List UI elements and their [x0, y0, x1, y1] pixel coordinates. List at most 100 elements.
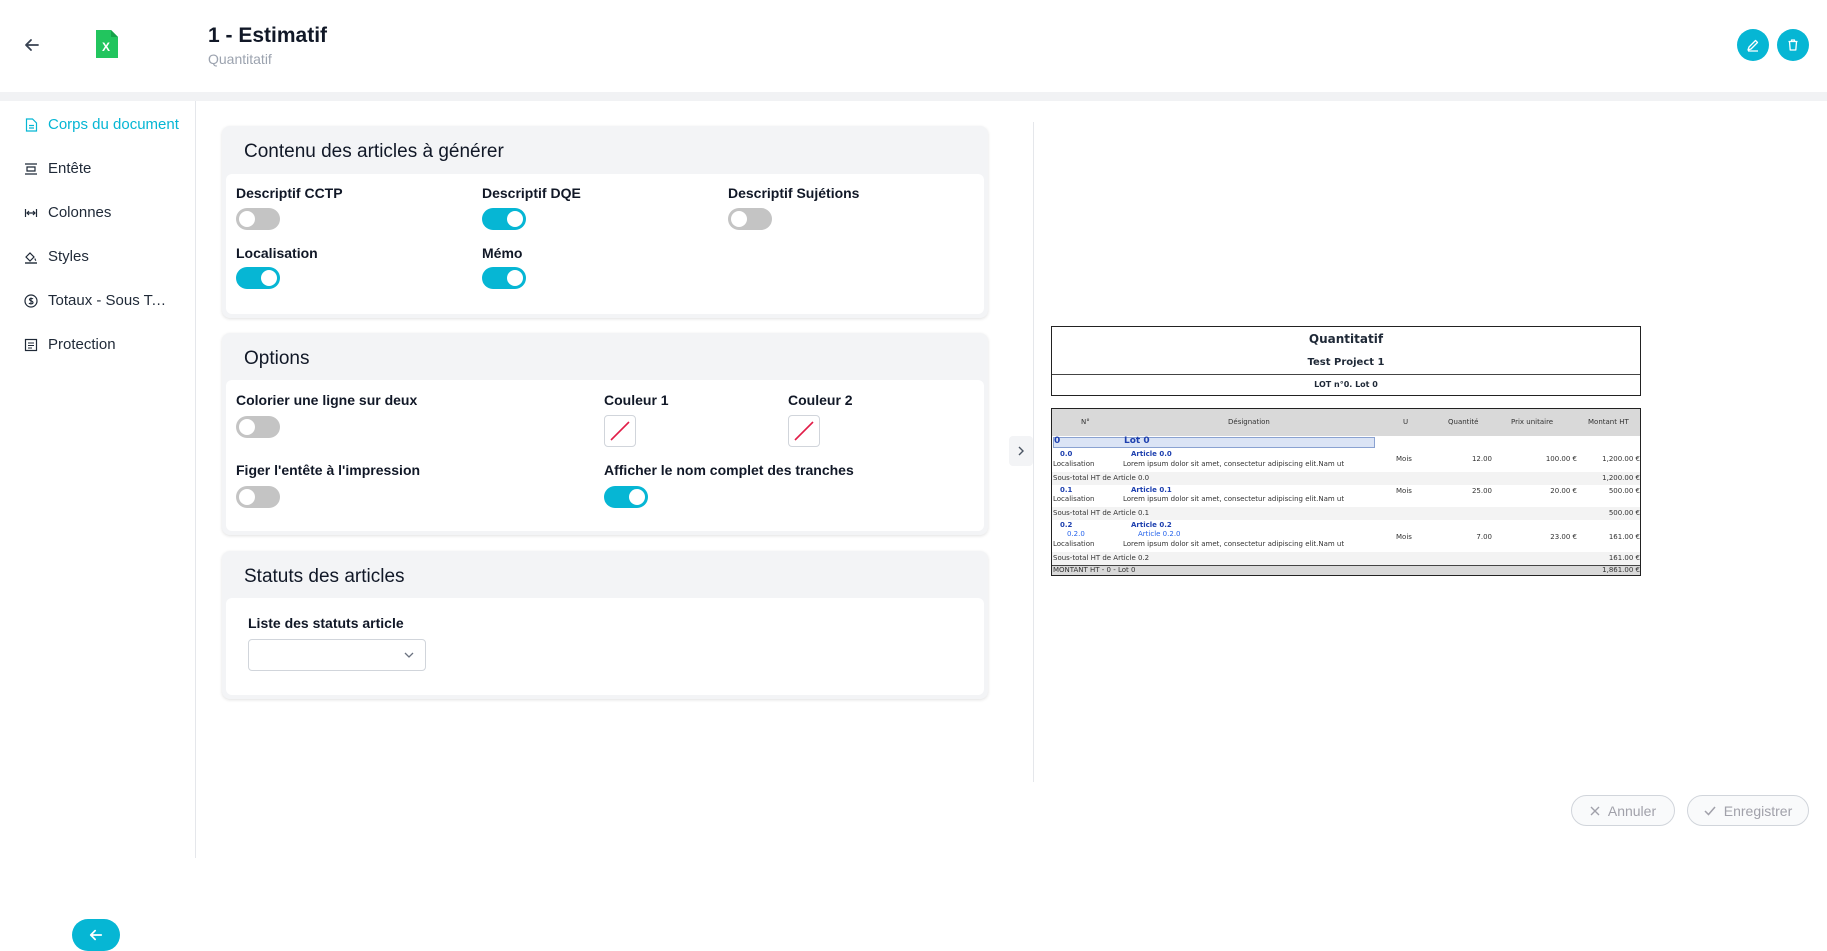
sidebar-item-protection[interactable]: Protection — [24, 336, 184, 353]
article-no: 0.1 — [1060, 486, 1073, 494]
col-header-amount: Montant HT — [1588, 418, 1629, 426]
top-bar-divider — [0, 92, 1827, 101]
article-price: 20.00 € — [1550, 487, 1577, 495]
memo-label: Mémo — [482, 245, 523, 261]
lot-name: Lot 0 — [1124, 436, 1150, 446]
article-price: 100.00 € — [1545, 455, 1577, 463]
alternate-rows-label: Colorier une ligne sur deux — [236, 392, 418, 408]
excel-file-letter: X — [102, 40, 111, 54]
table-row: 0.2 Article 0.2 0.2.0 Article 0.2.0 Loca… — [1052, 520, 1640, 552]
contenu-body: Descriptif CCTP Descriptif DQE Descripti… — [226, 174, 984, 314]
full-tranche-name-toggle[interactable] — [604, 486, 648, 508]
col-header-designation: Désignation — [1228, 418, 1270, 426]
article-loc-label: Localisation — [1053, 460, 1095, 468]
article-unit: Mois — [1396, 455, 1412, 463]
subtotal-value: 500.00 € — [1608, 509, 1640, 517]
delete-button[interactable] — [1777, 29, 1809, 61]
sidebar-item-totaux[interactable]: Totaux - Sous Totaux — [24, 292, 184, 309]
article-unit: Mois — [1396, 533, 1412, 541]
sidebar-item-label: Colonnes — [48, 204, 112, 221]
article-amount: 500.00 € — [1608, 487, 1640, 495]
color1-label: Couleur 1 — [604, 392, 669, 408]
descriptif-sujetions-toggle[interactable] — [728, 208, 772, 230]
preview-lot-row: 0 Lot 0 — [1052, 436, 1640, 449]
full-tranche-name-label: Afficher le nom complet des tranches — [604, 462, 854, 478]
sidebar-item-corps-du-document[interactable]: Corps du document — [24, 116, 184, 133]
no-color-icon — [794, 421, 814, 441]
protection-icon — [24, 338, 38, 352]
subtotal-row: Sous-total HT de Article 0.0 1,200.00 € — [1052, 472, 1640, 485]
contenu-title: Contenu des articles à générer — [244, 141, 504, 162]
chevron-right-icon — [1018, 446, 1024, 456]
header-icon — [24, 162, 38, 176]
subtotal-row: Sous-total HT de Article 0.2 161.00 € — [1052, 552, 1640, 565]
color2-picker[interactable] — [788, 415, 820, 447]
article-text: Lorem ipsum dolor sit amet, consectetur … — [1123, 460, 1345, 468]
preview-table-header: N° Désignation U Quantité Prix unitaire … — [1052, 409, 1640, 436]
sidebar-item-entete[interactable]: Entête — [24, 160, 184, 177]
expand-preview-button[interactable] — [1009, 436, 1033, 466]
article-text: Lorem ipsum dolor sit amet, consectetur … — [1123, 540, 1345, 548]
article-loc-label: Localisation — [1053, 540, 1095, 548]
article-text: Lorem ipsum dolor sit amet, consectetur … — [1123, 495, 1345, 503]
article-amount: 161.00 € — [1608, 533, 1640, 541]
col-header-quantity: Quantité — [1448, 418, 1479, 426]
freeze-header-toggle[interactable] — [236, 486, 280, 508]
contenu-card: Contenu des articles à générer Descripti… — [222, 126, 988, 318]
descriptif-dqe-label: Descriptif DQE — [482, 185, 581, 201]
memo-toggle[interactable] — [482, 267, 526, 289]
subtotal-label: Sous-total HT de Article 0.2 — [1053, 554, 1150, 562]
subtotal-label: Sous-total HT de Article 0.0 — [1053, 474, 1150, 482]
grand-total-value: 1,861.00 € — [1602, 566, 1640, 574]
chevron-down-icon — [404, 652, 414, 658]
article-qty: 12.00 — [1471, 455, 1492, 463]
collapse-sidebar-button[interactable] — [72, 919, 120, 951]
cancel-button[interactable]: Annuler — [1571, 795, 1675, 826]
back-button[interactable] — [14, 30, 50, 60]
sidebar: Corps du document Entête Colonnes Styles… — [0, 101, 196, 951]
preview-lot-line: LOT n°0. Lot 0 — [1314, 380, 1378, 389]
article-loc-label: Localisation — [1053, 495, 1095, 503]
status-list-label: Liste des statuts article — [248, 615, 404, 631]
article-no: 0.2 — [1060, 521, 1073, 529]
columns-icon — [24, 206, 38, 220]
col-header-no: N° — [1081, 418, 1090, 426]
page-title: 1 - Estimatif — [208, 24, 328, 47]
subtotal-value: 161.00 € — [1608, 554, 1640, 562]
preview-divider — [1033, 122, 1034, 782]
save-label: Enregistrer — [1723, 802, 1793, 819]
sidebar-item-styles[interactable]: Styles — [24, 248, 184, 265]
article-unit: Mois — [1396, 487, 1412, 495]
article-name: Article 0.1 — [1131, 486, 1172, 494]
document-preview: Quantitatif Test Project 1 LOT n°0. Lot … — [1051, 326, 1641, 576]
article-no: 0.0 — [1060, 450, 1073, 458]
article-qty: 7.00 — [1476, 533, 1492, 541]
arrow-left-icon — [25, 39, 39, 51]
cancel-label: Annuler — [1607, 802, 1657, 819]
alternate-rows-toggle[interactable] — [236, 416, 280, 438]
pencil-icon — [1747, 39, 1759, 52]
localisation-toggle[interactable] — [236, 267, 280, 289]
paint-bucket-icon — [24, 250, 38, 264]
subtotal-row: Sous-total HT de Article 0.1 500.00 € — [1052, 507, 1640, 520]
options-title: Options — [244, 348, 310, 369]
status-list-select[interactable] — [248, 639, 426, 671]
article-price: 23.00 € — [1550, 533, 1577, 541]
descriptif-cctp-label: Descriptif CCTP — [236, 185, 343, 201]
dollar-circle-icon — [24, 293, 38, 308]
statuts-body: Liste des statuts article — [226, 598, 984, 695]
descriptif-cctp-toggle[interactable] — [236, 208, 280, 230]
color2-label: Couleur 2 — [788, 392, 853, 408]
edit-button[interactable] — [1737, 29, 1769, 61]
sidebar-item-label: Corps du document — [48, 116, 179, 133]
document-icon — [24, 117, 38, 132]
color1-picker[interactable] — [604, 415, 636, 447]
check-icon — [1704, 806, 1716, 816]
freeze-header-label: Figer l'entête à l'impression — [236, 462, 421, 478]
preview-header: Quantitatif Test Project 1 LOT n°0. Lot … — [1051, 326, 1641, 396]
descriptif-dqe-toggle[interactable] — [482, 208, 526, 230]
lot-number: 0 — [1054, 436, 1061, 446]
grand-total-label: MONTANT HT - 0 - Lot 0 — [1053, 566, 1136, 574]
sidebar-item-colonnes[interactable]: Colonnes — [24, 204, 184, 221]
save-button[interactable]: Enregistrer — [1687, 795, 1809, 826]
